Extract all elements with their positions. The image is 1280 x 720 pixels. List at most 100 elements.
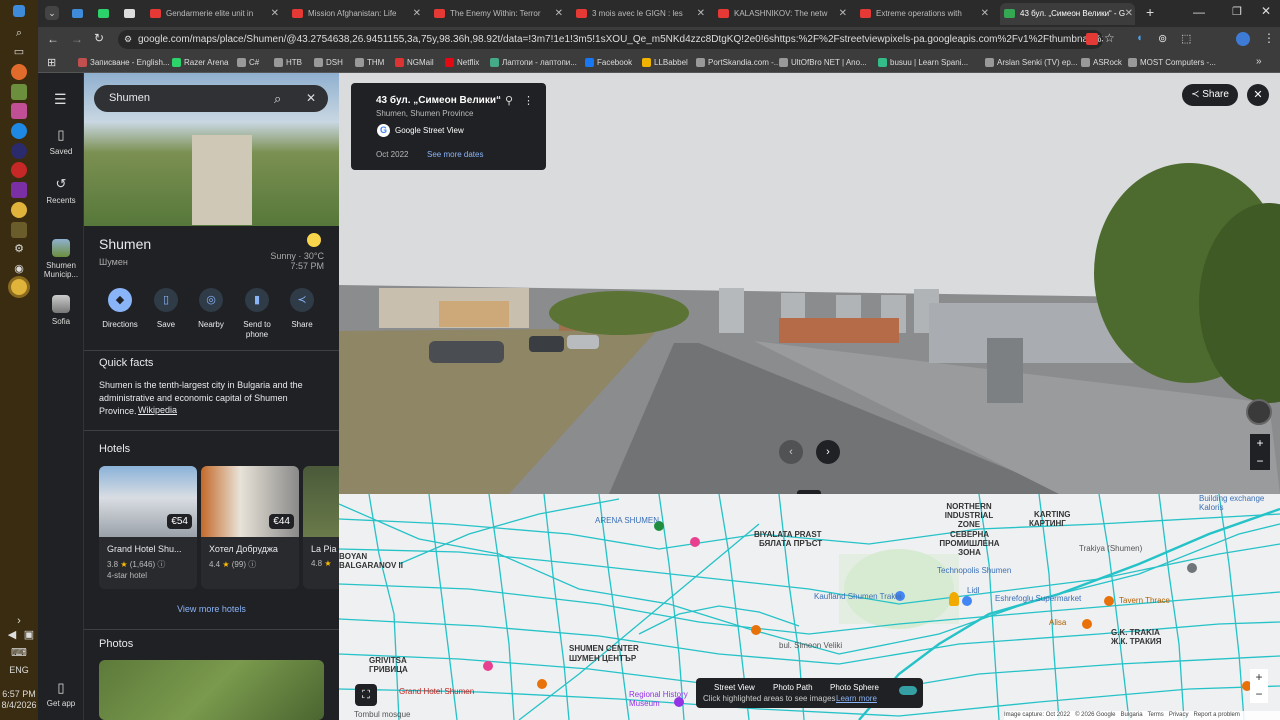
bookmark-item[interactable]: MOST Computers -...	[1128, 52, 1216, 73]
country[interactable]: Bulgaria	[1121, 712, 1143, 718]
rail-recent-sofia[interactable]: Sofia	[38, 295, 84, 326]
chrome-active-icon[interactable]	[11, 279, 27, 295]
tab-0[interactable]: Gendarmerie elite unit in ✕	[146, 3, 281, 25]
network-icon[interactable]: ▣	[21, 627, 37, 643]
clock-date[interactable]: 8/4/2026	[0, 700, 38, 711]
volume-icon[interactable]: ◀	[4, 627, 20, 643]
close-icon[interactable]: ✕	[1125, 3, 1133, 25]
tab-search-icon[interactable]: ⌄	[45, 6, 59, 20]
back-icon[interactable]: ←	[47, 32, 59, 46]
map-label[interactable]: Regional History Museum	[629, 690, 689, 708]
close-street-view-button[interactable]: ✕	[1247, 84, 1269, 106]
app-icon[interactable]	[11, 84, 27, 100]
site-info-icon[interactable]: ⚙	[124, 30, 132, 49]
language-indicator[interactable]: ENG	[0, 665, 38, 676]
new-tab-button[interactable]: +	[1146, 4, 1154, 20]
search-input[interactable]: Shumen ⌕ ✕	[94, 85, 328, 112]
map-label[interactable]: Tombul mosque	[354, 710, 410, 719]
nav-arrow-back[interactable]: ‹	[779, 440, 803, 464]
map-label[interactable]: Lidl	[967, 586, 979, 595]
tab-active-maps[interactable]: 43 бул. „Симеон Велики“ - G ✕	[1000, 3, 1135, 25]
close-icon[interactable]: ✕	[981, 3, 989, 25]
settings-icon[interactable]: ⚙	[11, 241, 27, 257]
extension-icon[interactable]	[1086, 33, 1098, 45]
forward-icon[interactable]: →	[71, 32, 83, 46]
pinned-tab[interactable]	[68, 3, 90, 25]
map-zoom-in-button[interactable]: +	[1250, 669, 1268, 686]
rail-recents[interactable]: ↺ Recents	[38, 176, 84, 205]
taskview-icon[interactable]: ▭	[11, 44, 27, 60]
extension-icon[interactable]: ◖	[1136, 32, 1143, 44]
learn-more-link[interactable]: Learn more	[836, 694, 877, 703]
menu-dots-icon[interactable]: ⋮	[523, 94, 534, 107]
pinned-tab[interactable]	[94, 3, 116, 25]
nav-arrow-forward[interactable]: ›	[816, 440, 840, 464]
compass-icon[interactable]	[1246, 399, 1272, 425]
bookmark-item[interactable]: UltOfBro NET | Ano...	[779, 52, 867, 73]
map-label[interactable]: Alisa	[1049, 618, 1066, 627]
keyboard-icon[interactable]: ⌨	[11, 645, 27, 661]
directions-button[interactable]: ◆ Directions	[97, 288, 143, 330]
see-more-dates-link[interactable]: See more dates	[427, 150, 483, 159]
bookmark-folder[interactable]: THM	[355, 52, 384, 73]
bookmark-item[interactable]: Netflix	[445, 52, 479, 73]
bookmark-item[interactable]: Arslan Senki (TV) ep...	[985, 52, 1077, 73]
bookmark-folder[interactable]: DSH	[314, 52, 343, 73]
map-label[interactable]: Tavern Thrace	[1119, 596, 1170, 605]
bookmarks-overflow-icon[interactable]: »	[1256, 56, 1262, 67]
app-icon[interactable]	[11, 103, 27, 119]
map-label[interactable]: Technopolis Shumen	[937, 566, 1011, 575]
close-icon[interactable]: ✕	[271, 3, 279, 25]
tab-4[interactable]: KALASHNIKOV: The netw ✕	[714, 3, 849, 25]
clock-time[interactable]: 6:57 PM	[0, 689, 38, 700]
close-icon[interactable]: ✕	[413, 3, 421, 25]
rail-get-app[interactable]: ▯ Get app	[38, 680, 84, 708]
bookmark-item[interactable]: Facebook	[585, 52, 632, 73]
search-icon[interactable]: ⌕	[11, 25, 27, 41]
reload-icon[interactable]: ↻	[94, 31, 104, 45]
view-more-hotels-link[interactable]: View more hotels	[84, 604, 339, 614]
rail-saved[interactable]: ▯ Saved	[38, 127, 84, 156]
close-icon[interactable]: ✕	[697, 3, 705, 25]
pin-icon[interactable]: ⚲	[505, 94, 513, 107]
map-label[interactable]: Kaufland Shumen Trakia	[814, 592, 902, 601]
url-bar[interactable]: ⚙ google.com/maps/place/Shumen/@43.275463…	[118, 30, 1103, 49]
hotel-card[interactable]: La Pia 4.8 ★	[303, 466, 339, 589]
bookmark-item[interactable]: Записване - English...	[78, 52, 170, 73]
send-to-phone-button[interactable]: ▮ Send to phone	[234, 288, 280, 340]
bookmark-item[interactable]: NGMail	[395, 52, 434, 73]
search-icon[interactable]: ⌕	[274, 85, 281, 112]
minimize-button[interactable]: —	[1193, 5, 1205, 19]
zoom-in-button[interactable]: +	[1250, 434, 1270, 452]
extensions-puzzle-icon[interactable]: ⬚	[1181, 32, 1191, 45]
zoom-out-button[interactable]: −	[1250, 452, 1270, 470]
extension-icon[interactable]: ⊚	[1158, 32, 1167, 45]
report-problem-link[interactable]: Report a problem	[1194, 712, 1240, 718]
bookmark-star-icon[interactable]: ☆	[1104, 31, 1115, 45]
maximize-button[interactable]: ❐	[1232, 5, 1242, 18]
bookmark-item[interactable]: Razer Arena	[172, 52, 228, 73]
bookmark-item[interactable]: ASRock	[1081, 52, 1122, 73]
tab-5[interactable]: Extreme operations with ✕	[856, 3, 991, 25]
edge-icon[interactable]	[11, 123, 27, 139]
hamburger-menu-icon[interactable]: ☰	[54, 91, 67, 108]
photo-thumbnail[interactable]	[99, 660, 324, 720]
bookmark-item[interactable]: LLBabbel	[642, 52, 688, 73]
profile-avatar[interactable]	[1236, 32, 1250, 46]
street-view-pegman[interactable]	[949, 592, 959, 606]
map-zoom-out-button[interactable]: −	[1250, 686, 1268, 703]
apps-grid-icon[interactable]: ⊞	[47, 56, 56, 69]
hotel-card[interactable]: €44 Хотел Добруджа 4.4 ★ (99) ⓘ	[201, 466, 299, 589]
tab-1[interactable]: Mission Afghanistan: Life ✕	[288, 3, 423, 25]
terms-link[interactable]: Terms	[1147, 712, 1163, 718]
windows-start-icon[interactable]	[13, 5, 25, 17]
street-view-toggle[interactable]	[899, 686, 917, 695]
app-icon[interactable]	[11, 64, 27, 80]
close-icon[interactable]: ✕	[306, 85, 316, 112]
map-label[interactable]: Grand Hotel Shumen	[399, 687, 474, 696]
bookmark-item[interactable]: Лаптопи - лаптопи...	[490, 52, 577, 73]
onenote-icon[interactable]	[11, 182, 27, 198]
wikipedia-link[interactable]: Wikipedia	[138, 405, 182, 415]
opera-icon[interactable]	[11, 162, 27, 178]
hotel-card[interactable]: €54 Grand Hotel Shu... 3.8 ★ (1,646) ⓘ 4…	[99, 466, 197, 589]
